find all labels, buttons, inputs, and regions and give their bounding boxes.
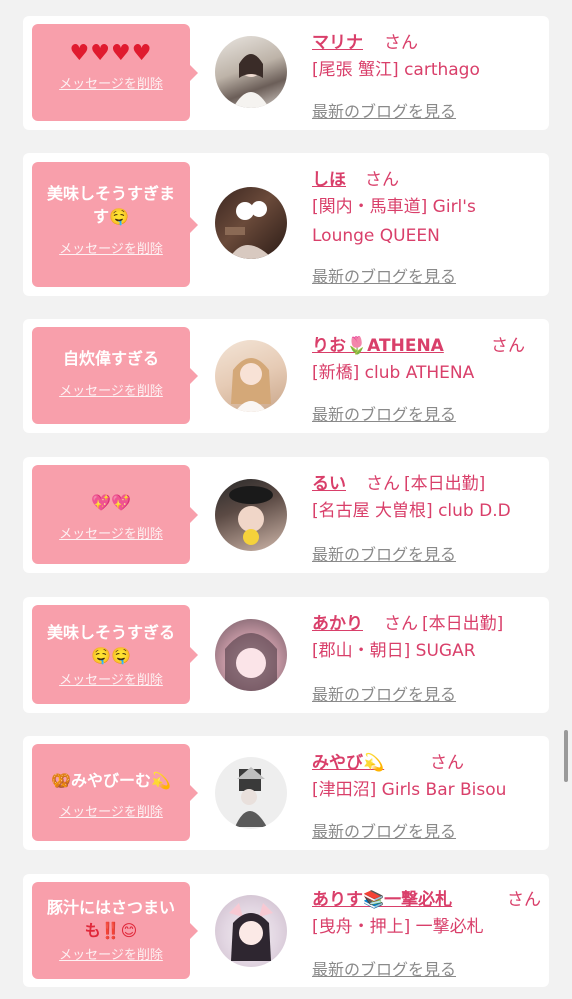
store-info: [関内・馬車道] Girl's Lounge QUEEN: [312, 197, 476, 246]
scrollbar[interactable]: [564, 730, 568, 782]
cast-name-link[interactable]: マリナ: [312, 28, 363, 53]
delete-message-link[interactable]: メッセージを削除: [32, 948, 190, 964]
message-text: ♥♥♥♥: [69, 41, 153, 66]
avatar[interactable]: [215, 340, 287, 412]
delete-message-link[interactable]: メッセージを削除: [32, 77, 190, 93]
message-text: 💖💖: [91, 493, 131, 512]
message-text: 🥨みやびーむ💫: [51, 771, 171, 790]
cast-name-link[interactable]: りお🌷ATHENA: [312, 331, 444, 356]
delete-message-link[interactable]: メッセージを削除: [32, 805, 190, 821]
message-card: 💖💖 メッセージを削除 るい さん [本日出勤] [名古屋 大曽根] club D…: [23, 457, 549, 573]
store-info: [津田沼] Girls Bar Bisou: [312, 780, 507, 800]
store-info: [名古屋 大曽根] club D.D: [312, 501, 511, 521]
san-label: さん [本日出勤]: [384, 614, 504, 634]
avatar[interactable]: [215, 895, 287, 967]
message-card: 🥨みやびーむ💫 メッセージを削除 みやび💫 さん [津田沼] Girls Bar…: [23, 736, 549, 850]
message-card: 自炊偉すぎる メッセージを削除 りお🌷ATHENA さん [新橋] club A…: [23, 319, 549, 433]
latest-blog-link[interactable]: 最新のブログを見る: [312, 681, 456, 705]
avatar[interactable]: [215, 479, 287, 551]
store-info: [曳舟・押上] 一撃必札: [312, 917, 484, 937]
store-info: [郡山・朝日] SUGAR: [312, 641, 476, 661]
avatar[interactable]: [215, 619, 287, 691]
store-info: [新橋] club ATHENA: [312, 363, 475, 383]
cast-name-link[interactable]: あかり: [312, 609, 363, 634]
cast-name-link[interactable]: みやび💫: [312, 748, 384, 773]
message-bubble: 🥨みやびーむ💫 メッセージを削除: [32, 744, 198, 841]
avatar[interactable]: [215, 36, 287, 108]
delete-message-link[interactable]: メッセージを削除: [32, 242, 190, 258]
message-card: 美味しそうすぎる 🤤🤤 メッセージを削除 あかり さん [本日出勤] [郡山・朝日…: [23, 597, 549, 713]
latest-blog-link[interactable]: 最新のブログを見る: [312, 818, 456, 842]
message-text: 自炊偉すぎる: [62, 349, 159, 368]
san-label: さん: [384, 33, 418, 53]
latest-blog-link[interactable]: 最新のブログを見る: [312, 263, 456, 287]
message-text: 豚汁にはさつまい も‼️😊: [46, 898, 175, 940]
cast-name-link[interactable]: しほ: [312, 165, 346, 190]
cast-name-link[interactable]: るい: [312, 469, 346, 494]
store-info: [尾張 蟹江] carthago: [312, 60, 480, 80]
latest-blog-link[interactable]: 最新のブログを見る: [312, 541, 456, 565]
message-card: 豚汁にはさつまい も‼️😊 メッセージを削除 ありす📚一撃必札 さん [曳舟・押…: [23, 874, 549, 987]
san-label: さん [本日出勤]: [366, 474, 486, 494]
san-label: さん: [507, 890, 541, 910]
delete-message-link[interactable]: メッセージを削除: [32, 384, 190, 400]
san-label: さん: [430, 753, 464, 773]
cast-name-link[interactable]: ありす📚一撃必札: [312, 885, 452, 910]
message-bubble: 💖💖 メッセージを削除: [32, 465, 198, 564]
message-card: ♥♥♥♥ メッセージを削除 マリナ さん [尾張 蟹江] carthago 最新…: [23, 16, 549, 130]
message-bubble: ♥♥♥♥ メッセージを削除: [32, 24, 198, 121]
avatar[interactable]: [215, 757, 287, 829]
message-bubble: 豚汁にはさつまい も‼️😊 メッセージを削除: [32, 882, 198, 979]
delete-message-link[interactable]: メッセージを削除: [32, 673, 190, 689]
latest-blog-link[interactable]: 最新のブログを見る: [312, 98, 456, 122]
message-bubble: 美味しそうすぎる 🤤🤤 メッセージを削除: [32, 605, 198, 704]
latest-blog-link[interactable]: 最新のブログを見る: [312, 956, 456, 980]
delete-message-link[interactable]: メッセージを削除: [32, 527, 190, 543]
avatar[interactable]: [215, 187, 287, 259]
latest-blog-link[interactable]: 最新のブログを見る: [312, 401, 456, 425]
message-card: 美味しそうすぎま す🤤 メッセージを削除 しほ さん [関内・馬車道] Girl…: [23, 153, 549, 296]
today-working-badge: [本日出勤]: [422, 614, 504, 634]
san-label: さん: [365, 170, 399, 190]
message-text: 美味しそうすぎま す🤤: [46, 184, 175, 226]
message-text: 美味しそうすぎる 🤤🤤: [46, 623, 175, 665]
message-bubble: 美味しそうすぎま す🤤 メッセージを削除: [32, 162, 198, 287]
today-working-badge: [本日出勤]: [404, 474, 486, 494]
message-bubble: 自炊偉すぎる メッセージを削除: [32, 327, 198, 424]
san-label: さん: [491, 336, 525, 356]
